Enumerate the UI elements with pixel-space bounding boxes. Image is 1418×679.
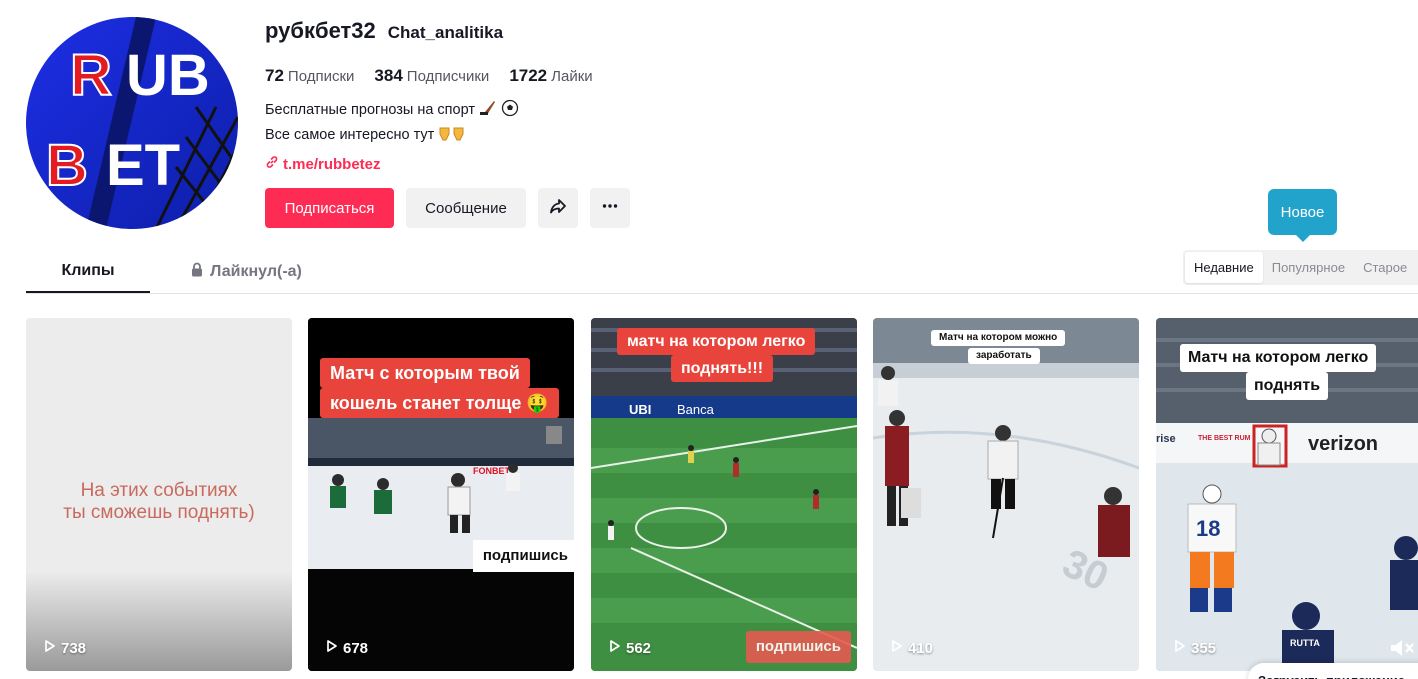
bio: Бесплатные прогнозы на спорт Все самое и… <box>265 99 519 149</box>
video-caption-line-2: кошель станет толще 🤑 <box>320 388 559 418</box>
link-text: t.me/rubbetez <box>283 155 381 173</box>
stat-likes: 1722 Лайки <box>509 66 592 86</box>
video-caption-line-2: поднять <box>1246 372 1329 400</box>
sort-option-oldest[interactable]: Старое <box>1354 252 1416 283</box>
video-views: 738 <box>44 639 86 657</box>
hockey-stick-icon <box>479 99 497 124</box>
view-count: 355 <box>1191 639 1217 657</box>
lock-icon <box>190 262 204 282</box>
video-card[interactable]: UBI Banca матч на котором легко поднять!… <box>591 318 857 671</box>
follow-button[interactable]: Подписаться <box>265 188 394 228</box>
link-icon <box>265 155 279 173</box>
profile-stats: 72 Подписки 384 Подписчики 1722 Лайки <box>265 66 593 86</box>
svg-text:rise: rise <box>1156 433 1176 445</box>
jersey-name: RUTTA <box>1290 638 1320 648</box>
video-caption-line-1: матч на котором легко <box>617 328 816 355</box>
mute-icon <box>1388 640 1416 664</box>
subscribe-badge: подпишись <box>745 631 851 663</box>
avatar[interactable]: R UB B ET <box>26 17 238 229</box>
video-caption-line-1: Матч с которым твой <box>320 358 530 388</box>
avatar-letters-ub: UB <box>126 43 210 108</box>
view-count: 678 <box>343 639 369 657</box>
video-views: 355 <box>1174 639 1216 657</box>
video-caption-line-2: поднять!!! <box>671 355 774 382</box>
followers-label: Подписчики <box>406 68 490 85</box>
video-card[interactable]: FONBET Матч с которым твой кошель станет… <box>308 318 574 671</box>
video-views: 678 <box>326 639 368 657</box>
bio-line-2: Все самое интересно тут <box>265 127 435 143</box>
video-caption-line-2: заработать <box>968 348 1040 364</box>
tab-clips-label: Клипы <box>61 261 115 279</box>
more-dots-icon <box>600 196 620 220</box>
ad-fonbet: FONBET <box>473 466 511 476</box>
message-button[interactable]: Сообщение <box>406 188 526 228</box>
profile-actions: Подписаться Сообщение <box>265 188 630 228</box>
following-label: Подписки <box>287 68 355 85</box>
ad-best-rum: THE BEST RUM <box>1198 435 1251 442</box>
avatar-letters-et: ET <box>106 133 180 198</box>
get-app-banner[interactable]: Загрузить приложение <box>1248 663 1418 679</box>
profile-info: рубкбет32 Chat_analitika <box>265 18 965 50</box>
video-views: 562 <box>609 639 651 657</box>
video-card[interactable]: rise THE BEST RUM verizon 18 RUTTA Матч … <box>1156 318 1418 671</box>
overlay-line-1: На этих событиях <box>80 480 238 501</box>
view-count: 562 <box>626 639 652 657</box>
play-icon <box>1174 639 1186 657</box>
view-count: 738 <box>61 639 87 657</box>
likes-count: 1722 <box>509 66 548 85</box>
play-icon <box>609 639 621 657</box>
more-button[interactable] <box>590 188 630 228</box>
followers-count: 384 <box>374 66 403 85</box>
tab-liked-label: Лайкнул(-а) <box>210 262 302 280</box>
profile-link[interactable]: t.me/rubbetez <box>265 155 381 173</box>
video-card[interactable]: 30 Матч на котором можно заработать 410 <box>873 318 1139 671</box>
view-count: 410 <box>908 639 934 657</box>
ad-banca: Banca <box>677 402 715 417</box>
jersey-number: 18 <box>1196 516 1220 541</box>
bio-line-1: Бесплатные прогнозы на спорт <box>265 102 475 118</box>
subscribe-badge: подпишись <box>472 540 574 572</box>
likes-label: Лайки <box>551 68 593 85</box>
pointing-down-icon <box>438 124 468 149</box>
nickname: Chat_analitika <box>387 23 504 42</box>
play-icon <box>891 639 903 657</box>
sort-option-recent[interactable]: Недавние <box>1185 252 1263 283</box>
soccer-ball-icon <box>501 99 519 124</box>
video-views: 410 <box>891 639 933 657</box>
stat-following[interactable]: 72 Подписки <box>265 66 354 86</box>
share-button[interactable] <box>538 188 578 228</box>
following-count: 72 <box>265 66 284 85</box>
username: рубкбет32 <box>265 18 376 43</box>
tab-liked[interactable]: Лайкнул(-а) <box>176 250 316 293</box>
mute-button[interactable] <box>1388 636 1416 665</box>
overlay-line-2: ты сможешь поднять) <box>63 502 255 523</box>
sort-option-popular[interactable]: Популярное <box>1263 252 1354 283</box>
tab-clips[interactable]: Клипы <box>26 250 150 293</box>
stat-followers[interactable]: 384 Подписчики <box>374 66 489 86</box>
ad-ubi: UBI <box>629 402 651 417</box>
video-overlay-text: На этих событиях ты сможешь поднять) <box>26 480 292 524</box>
avatar-letter-b: B <box>46 133 88 198</box>
video-thumbnail: 30 <box>873 318 1139 671</box>
video-caption-line-1: Матч на котором легко <box>1180 344 1377 372</box>
share-icon <box>548 196 568 220</box>
video-caption-line-1: Матч на котором можно <box>931 330 1066 346</box>
video-card[interactable]: На этих событиях ты сможешь поднять) 738 <box>26 318 292 671</box>
play-icon <box>326 639 338 657</box>
sort-tooltip: Новое <box>1268 189 1337 242</box>
ad-verizon: verizon <box>1308 433 1378 455</box>
play-icon <box>44 639 56 657</box>
avatar-letter-r: R <box>70 43 112 108</box>
sort-control: Недавние Популярное Старое <box>1183 250 1418 285</box>
